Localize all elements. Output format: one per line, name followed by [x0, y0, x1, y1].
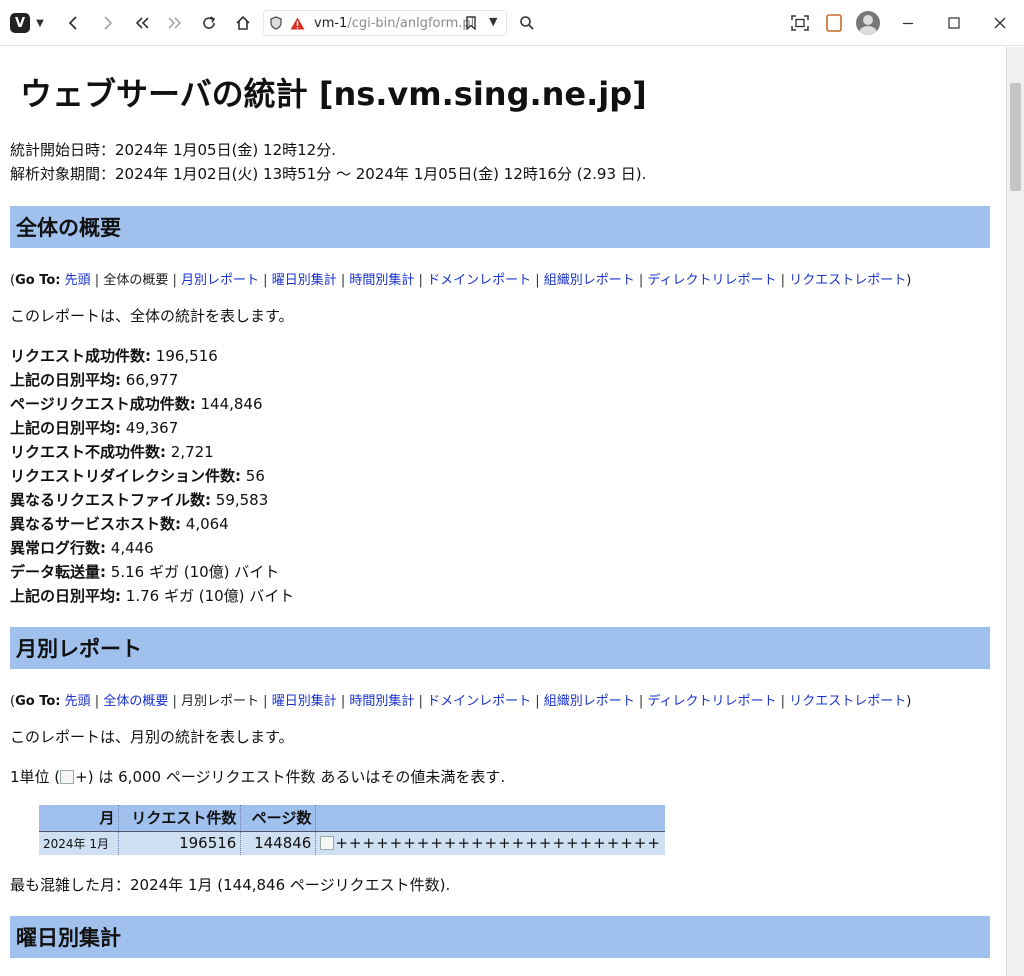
cell-month: 2024年 1月 [39, 830, 120, 855]
goto-link-top[interactable]: 先頭 [65, 273, 91, 288]
column-header-bar [315, 805, 665, 831]
cell-bar: ++++++++++++++++++++++++ [315, 830, 665, 855]
close-icon[interactable] [990, 11, 1010, 35]
goto-link-organization[interactable]: 組織別レポート [544, 273, 635, 288]
scrollbar-thumb[interactable] [1010, 83, 1021, 191]
stat-row: ページリクエスト成功件数: 144,846 [10, 395, 263, 413]
search-icon[interactable] [516, 11, 538, 35]
vertical-scrollbar[interactable] [1006, 47, 1024, 976]
stat-row: リクエストリダイレクション件数: 56 [10, 467, 265, 485]
goto-label: Go To [15, 694, 56, 709]
stat-row: 異なるサービスホスト数: 4,064 [10, 515, 229, 533]
section-header-summary: 全体の概要 [10, 206, 990, 248]
busiest-month: 最も混雑した月：2024年 1月 (144,846 ページリクエスト件数). [10, 876, 451, 894]
cell-requests: 196516 [118, 830, 242, 855]
panel-toggle-icon[interactable] [823, 11, 845, 35]
column-header-requests: リクエスト件数 [118, 805, 242, 831]
goto-link-hourly[interactable]: 時間別集計 [349, 694, 414, 709]
profile-avatar[interactable] [856, 11, 880, 35]
vivaldi-menu-icon[interactable]: V [10, 13, 30, 33]
rewind-icon[interactable] [131, 11, 153, 35]
maximize-icon[interactable] [944, 11, 964, 35]
goto-link-domain[interactable]: ドメインレポート [427, 694, 531, 709]
goto-link-top[interactable]: 先頭 [65, 694, 91, 709]
goto-link-weekday[interactable]: 曜日別集計 [272, 273, 337, 288]
stat-row: 上記の日別平均: 49,367 [10, 419, 179, 437]
capture-icon[interactable] [789, 11, 811, 35]
goto-link-hourly[interactable]: 時間別集計 [349, 273, 414, 288]
url-host: vm-1 [314, 15, 348, 31]
goto-nav-monthly: (Go To: 先頭 | 全体の概要 | 月別レポート | 曜日別集計 | 時間… [10, 694, 912, 709]
goto-link-weekday[interactable]: 曜日別集計 [272, 694, 337, 709]
goto-link-request[interactable]: リクエストレポート [789, 273, 906, 288]
browser-toolbar: V ▼ vm-1/cgi-bin/anlgform.pl ▼ [0, 0, 1024, 46]
goto-label: Go To [15, 273, 56, 288]
goto-nav-summary: (Go To: 先頭 | 全体の概要 | 月別レポート | 曜日別集計 | 時間… [10, 273, 912, 288]
home-icon[interactable] [232, 11, 254, 35]
stat-row: 異なるリクエストファイル数: 59,583 [10, 491, 269, 509]
goto-current-monthly: 月別レポート [181, 694, 260, 709]
goto-link-directory[interactable]: ディレクトリレポート [647, 273, 776, 288]
column-header-pages: ページ数 [240, 805, 317, 831]
monthly-report-table: 月 リクエスト件数 ページ数 2024年 1月 196516 144846 ++… [39, 805, 665, 855]
stat-row: 上記の日別平均: 66,977 [10, 371, 179, 389]
forward-icon[interactable] [97, 11, 119, 35]
url-text: vm-1/cgi-bin/anlgform.pl [314, 16, 474, 31]
insecure-warning-icon[interactable] [290, 17, 306, 30]
url-dropdown-icon[interactable]: ▼ [489, 15, 497, 28]
stat-row: リクエスト成功件数: 196,516 [10, 347, 218, 365]
table-header-row: 月 リクエスト件数 ページ数 [39, 805, 665, 831]
menu-dropdown-icon[interactable]: ▼ [33, 11, 47, 35]
broken-image-icon [60, 770, 75, 784]
summary-description: このレポートは、全体の統計を表します。 [10, 307, 294, 325]
stat-row: 異常ログ行数: 4,446 [10, 539, 154, 557]
stat-row: データ転送量: 5.16 ギガ (10億) バイト [10, 563, 280, 581]
section-header-weekday: 曜日別集計 [10, 916, 990, 958]
minimize-icon[interactable] [898, 11, 918, 35]
bar-marks: ++++++++++++++++++++++++ [335, 834, 661, 853]
stat-row: 上記の日別平均: 1.76 ギガ (10億) バイト [10, 587, 295, 605]
goto-link-domain[interactable]: ドメインレポート [427, 273, 531, 288]
shield-icon[interactable] [270, 16, 284, 30]
stat-row: リクエスト不成功件数: 2,721 [10, 443, 214, 461]
cell-pages: 144846 [240, 830, 317, 855]
section-header-monthly: 月別レポート [10, 627, 990, 669]
url-path: /cgi-bin/anlgform.pl [347, 15, 475, 31]
fast-forward-icon[interactable] [164, 11, 186, 35]
unit-legend: 1単位 (+) は 6,000 ページリクエスト件数 あるいはその値未満を表す. [10, 768, 506, 786]
goto-link-request[interactable]: リクエストレポート [789, 694, 906, 709]
reload-icon[interactable] [198, 11, 220, 35]
goto-link-directory[interactable]: ディレクトリレポート [647, 694, 776, 709]
page-content: ウェブサーバの統計 [ns.vm.sing.ne.jp] 統計開始日時：2024… [0, 47, 1005, 976]
bookmark-icon[interactable] [466, 16, 476, 30]
goto-link-summary[interactable]: 全体の概要 [103, 694, 168, 709]
table-row: 2024年 1月 196516 144846 +++++++++++++++++… [39, 830, 665, 855]
back-icon[interactable] [62, 11, 84, 35]
stats-start-date: 統計開始日時：2024年 1月05日(金) 12時12分. [10, 141, 336, 159]
page-title: ウェブサーバの統計 [ns.vm.sing.ne.jp] [20, 75, 647, 113]
column-header-month: 月 [39, 805, 120, 831]
broken-image-icon [320, 836, 335, 851]
analysis-period: 解析対象期間：2024年 1月02日(火) 13時51分 〜 2024年 1月0… [10, 165, 647, 183]
goto-current-summary: 全体の概要 [103, 273, 169, 288]
goto-link-monthly[interactable]: 月別レポート [181, 273, 259, 288]
goto-link-organization[interactable]: 組織別レポート [544, 694, 635, 709]
monthly-description: このレポートは、月別の統計を表します。 [10, 728, 294, 746]
address-bar[interactable]: vm-1/cgi-bin/anlgform.pl ▼ [263, 10, 507, 36]
